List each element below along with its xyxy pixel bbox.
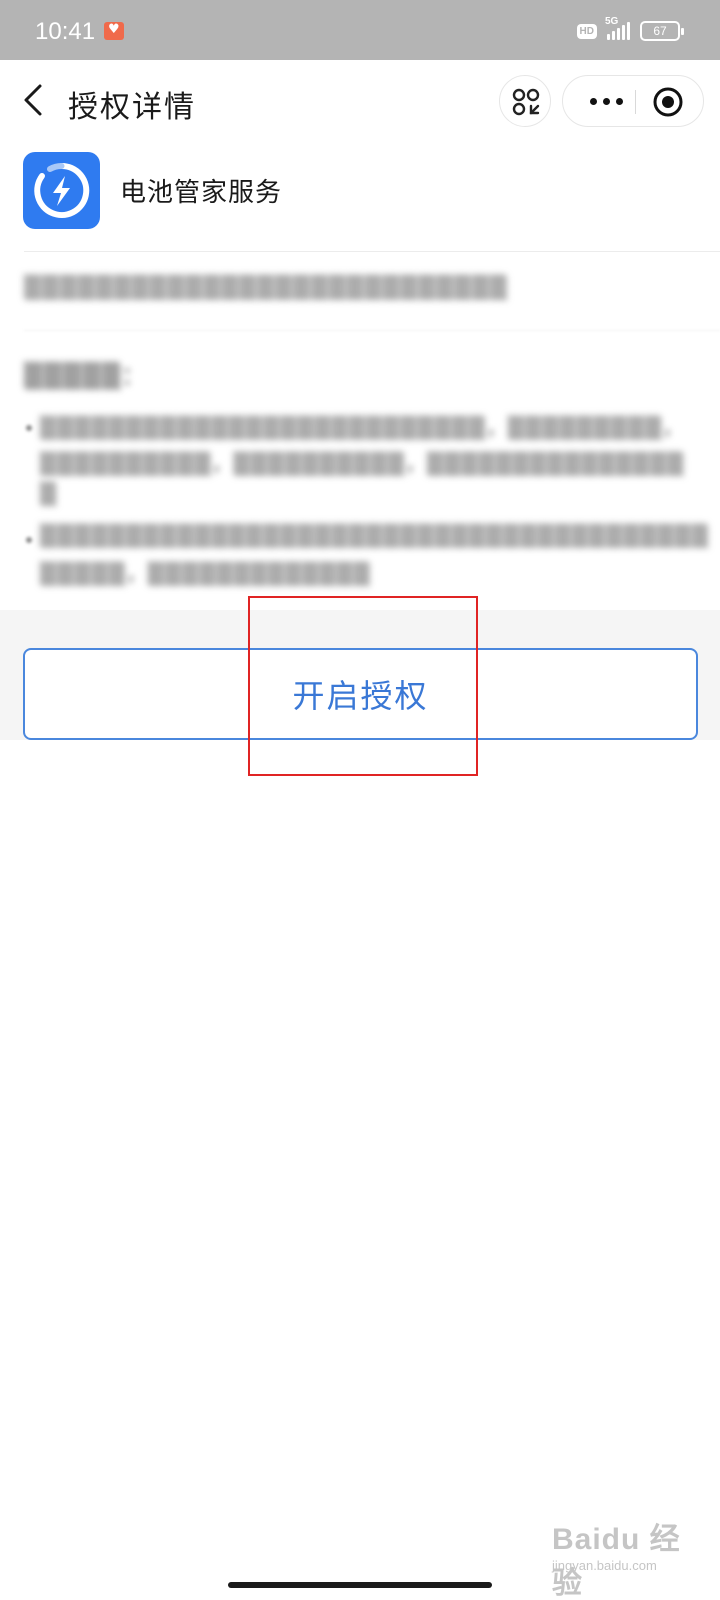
blurred-bullet1-line1: ▒▒▒▒▒▒▒▒▒▒▒▒▒▒▒▒▒▒▒▒▒▒▒▒▒▒，▒▒▒▒▒▒▒▒▒，	[40, 416, 685, 440]
signal-icon: 5G	[605, 16, 630, 40]
hd-icon: HD	[576, 23, 597, 39]
more-dot-icon	[615, 97, 623, 105]
scan-button[interactable]	[499, 75, 551, 127]
divider	[24, 330, 720, 331]
battery-icon: 67	[640, 21, 684, 41]
bullet-icon	[26, 537, 32, 543]
blurred-bullet1-line2: ▒▒▒▒▒▒▒▒▒▒，▒▒▒▒▒▒▒▒▒▒，▒▒▒▒▒▒▒▒▒▒▒▒▒▒▒	[40, 452, 685, 476]
divider	[24, 251, 720, 252]
scan-icon	[512, 88, 540, 116]
status-bar: 10:41 HD 5G 67	[0, 0, 720, 60]
close-mini-program-button[interactable]	[651, 85, 685, 119]
bullet-icon	[26, 425, 32, 431]
chevron-left-icon	[24, 84, 42, 116]
app-info-row: 电池管家服务	[0, 140, 720, 252]
blurred-subtitle: ▒▒▒▒▒▒▒▒▒▒▒▒▒▒▒▒▒▒▒▒▒▒▒▒▒▒▒	[24, 276, 508, 301]
target-close-icon	[653, 87, 683, 117]
blurred-bullet2-line1: ▒▒▒▒▒▒▒▒▒▒▒▒▒▒▒▒▒▒▒▒▒▒▒▒▒▒▒▒▒▒▒▒▒▒▒▒▒▒▒	[40, 524, 709, 548]
network-type-label: 5G	[605, 16, 619, 27]
more-button[interactable]	[581, 76, 631, 126]
more-dot-icon	[602, 97, 610, 105]
back-button[interactable]	[18, 80, 52, 120]
watermark: Baidu 经验 jingyan.baidu.com	[552, 1514, 702, 1600]
watermark-logo: Baidu 经验	[552, 1523, 681, 1600]
status-indicators: HD 5G 67	[576, 16, 684, 42]
notification-app-icon	[104, 22, 124, 40]
app-name: 电池管家服务	[120, 178, 283, 208]
status-time: 10:41	[35, 18, 96, 45]
blurred-bullet2-line2: ▒▒▒▒▒，▒▒▒▒▒▒▒▒▒▒▒▒▒	[40, 562, 371, 586]
authorize-button[interactable]: 开启授权	[23, 648, 698, 740]
screen: 10:41 HD 5G 67 授权详情	[0, 0, 720, 1600]
watermark-url: jingyan.baidu.com	[552, 1558, 657, 1573]
battery-service-logo-icon	[34, 162, 90, 218]
blurred-section-heading: ▒▒▒▒▒：	[24, 362, 147, 390]
capsule-divider	[635, 90, 636, 114]
app-logo	[23, 152, 100, 229]
page-title: 授权详情	[68, 90, 196, 125]
more-dot-icon	[589, 97, 597, 105]
nav-bar: 授权详情	[0, 60, 720, 140]
mini-program-capsule	[562, 75, 704, 127]
blurred-bullet1-line3: ▒	[40, 482, 58, 506]
home-indicator[interactable]	[228, 1582, 492, 1588]
